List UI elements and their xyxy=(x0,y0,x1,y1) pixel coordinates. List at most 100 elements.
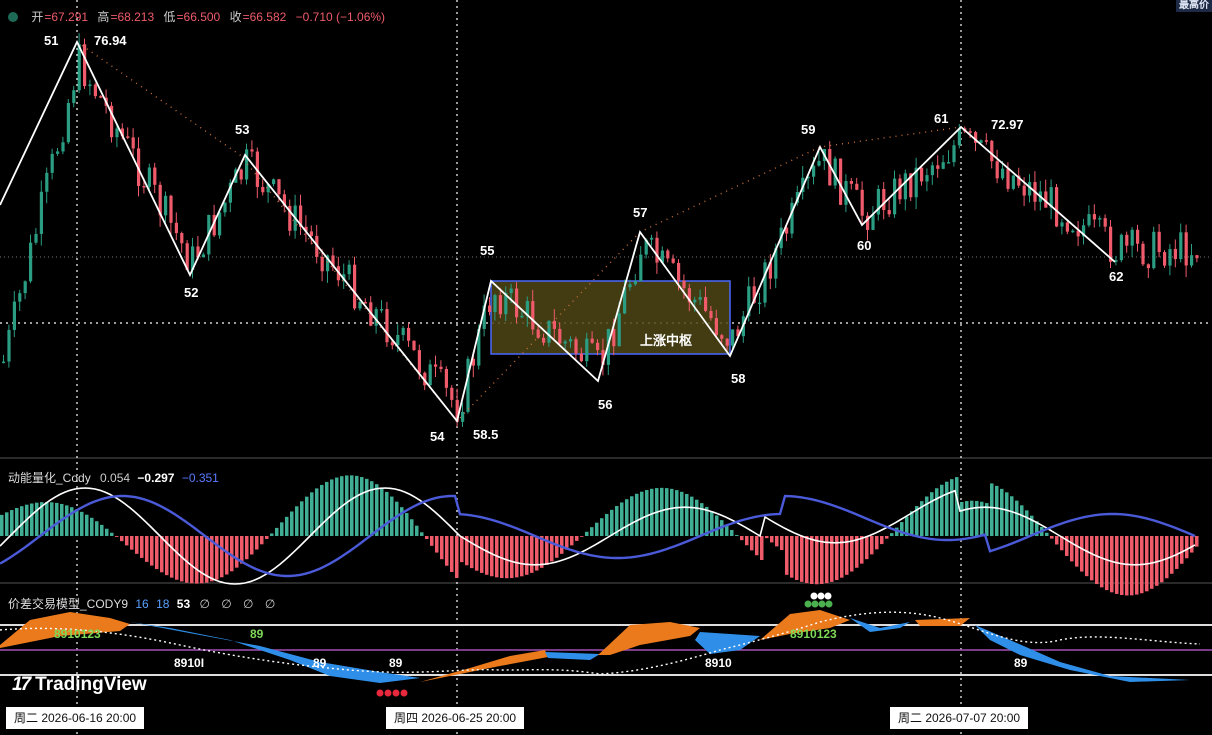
candle-body xyxy=(520,315,524,318)
candle-body xyxy=(56,151,60,154)
candle-body xyxy=(466,358,470,412)
candle-body xyxy=(1055,187,1059,227)
change-value: −0.710 (−1.06%) xyxy=(295,10,386,24)
spread-label-3: 8910I xyxy=(174,656,204,670)
macd-bar xyxy=(970,500,974,536)
macd-bar xyxy=(735,535,739,536)
candle-body xyxy=(250,149,254,152)
candle-body xyxy=(693,299,697,303)
macd-bar xyxy=(645,490,649,536)
macd-bar xyxy=(350,475,354,536)
spread-param-3: 53 xyxy=(176,597,191,611)
candle-body xyxy=(1022,185,1026,196)
candle-body xyxy=(720,335,724,339)
macd-bar xyxy=(730,529,734,536)
macd-bar xyxy=(780,536,784,551)
macd-bar xyxy=(270,533,274,536)
spread-label-7: 8910123 xyxy=(790,627,837,641)
macd-bar xyxy=(1005,492,1009,536)
spread-label-6: 8910 xyxy=(705,656,732,670)
spread-param-2: 18 xyxy=(156,597,170,611)
macd-bar xyxy=(460,536,464,563)
candle-body xyxy=(536,329,540,338)
macd-bar xyxy=(1185,536,1189,559)
macd-bar xyxy=(865,536,869,560)
macd-bar xyxy=(740,536,744,541)
macd-bar xyxy=(375,484,379,536)
candle-body xyxy=(671,258,675,263)
macd-bar xyxy=(1045,532,1049,536)
candle-body xyxy=(169,195,173,223)
pivot-53: 53 xyxy=(235,122,249,137)
candle-body xyxy=(849,181,853,184)
macd-bar xyxy=(445,536,449,566)
candle-body xyxy=(45,172,49,192)
candle-body xyxy=(731,329,735,346)
macd-bar xyxy=(640,491,644,536)
macd-bar xyxy=(120,536,124,542)
macd-bar xyxy=(810,536,814,584)
candle-body xyxy=(725,338,729,346)
candle-body xyxy=(941,162,945,169)
macd-bar xyxy=(680,491,684,536)
macd-bar xyxy=(885,536,889,539)
macd-bar xyxy=(1095,536,1099,585)
macd-histogram xyxy=(0,475,1199,596)
macd-value-a: 0.054 xyxy=(100,471,131,485)
price-scale-badge[interactable]: 最高价 xyxy=(1176,0,1212,12)
candle-body xyxy=(434,364,438,367)
candle-body xyxy=(115,128,119,138)
macd-bar xyxy=(195,536,199,584)
candle-body xyxy=(763,262,767,303)
open-label: 开 xyxy=(31,10,44,24)
spread-label-1: 8910123 xyxy=(54,627,101,641)
candle-body xyxy=(714,318,718,336)
macd-bar xyxy=(515,536,519,578)
candle-body xyxy=(126,136,130,138)
chart-canvas[interactable]: 51 76.94 52 53 54 58.5 55 56 57 58 59 60… xyxy=(0,0,1212,735)
macd-bar xyxy=(235,536,239,568)
signal-dots-green xyxy=(804,600,833,608)
macd-bar xyxy=(795,536,799,580)
spread-indicator-title[interactable]: 价差交易模型_CODY9 16 18 53 ∅ ∅ ∅ ∅ xyxy=(8,595,279,612)
macd-bar xyxy=(245,536,249,560)
macd-bar xyxy=(135,536,139,554)
macd-bar xyxy=(300,501,304,536)
macd-bar xyxy=(1090,536,1094,581)
macd-bar xyxy=(575,536,579,541)
macd-bar xyxy=(345,475,349,536)
candle-body xyxy=(223,202,227,213)
candle-body xyxy=(12,301,16,330)
macd-bar xyxy=(870,536,874,555)
macd-bar xyxy=(805,536,809,584)
macd-bar xyxy=(620,502,624,536)
candle-body xyxy=(23,281,27,294)
macd-bar xyxy=(625,499,629,536)
candle-body xyxy=(50,153,54,173)
candle-body xyxy=(272,179,276,185)
macd-bar xyxy=(1105,536,1109,591)
pivot-60: 60 xyxy=(857,238,871,253)
macd-bar xyxy=(150,536,154,566)
macd-bar xyxy=(630,496,634,536)
close-value: =66.582 xyxy=(242,10,287,24)
candle-body xyxy=(633,281,637,285)
spread-label-5: 89 xyxy=(389,656,403,670)
candle-body xyxy=(39,191,43,234)
candle-body xyxy=(320,256,324,272)
candle-body xyxy=(380,309,384,311)
spread-label-8: 89 xyxy=(1014,656,1028,670)
macd-bar xyxy=(260,536,264,545)
macd-bar xyxy=(650,488,654,536)
macd-indicator-title[interactable]: 动能量化_Cody 0.054 −0.297 −0.351 xyxy=(8,469,219,486)
macd-bar xyxy=(540,536,544,568)
low-label: 低 xyxy=(163,10,176,24)
macd-bar xyxy=(250,536,254,555)
candle-body xyxy=(947,162,951,164)
macd-bar xyxy=(85,514,89,536)
macd-bar xyxy=(925,496,929,536)
macd-bar xyxy=(550,536,554,562)
symbol-status-icon xyxy=(8,12,18,22)
macd-bar xyxy=(275,527,279,536)
macd-bar xyxy=(1025,510,1029,536)
